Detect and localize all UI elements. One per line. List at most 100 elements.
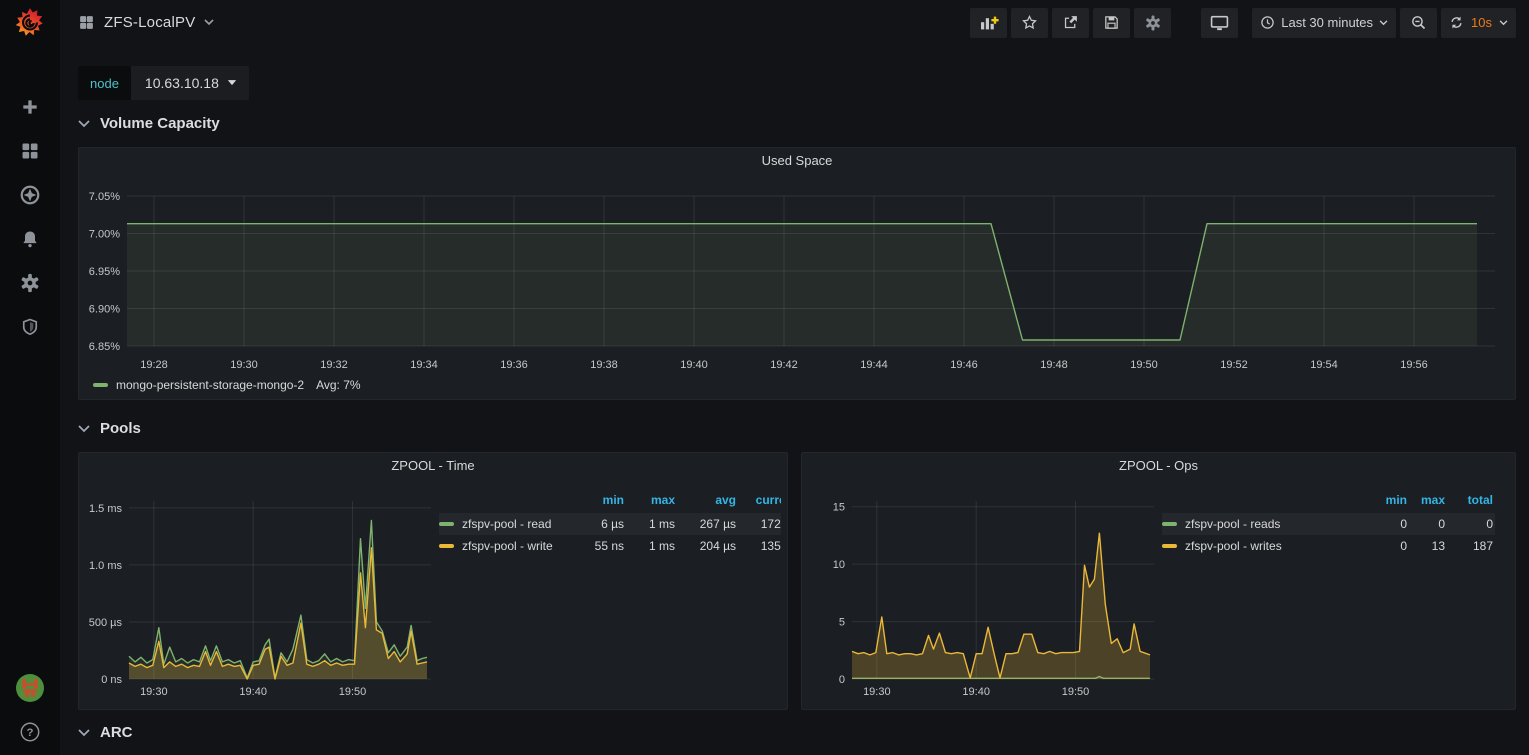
legend-column-header[interactable]: current — [738, 491, 781, 513]
y-axis-tick-label: 0 ns — [101, 674, 122, 686]
help-button[interactable]: ? — [8, 717, 52, 747]
bell-icon — [20, 229, 40, 249]
panel-title[interactable]: ZPOOL - Time — [79, 458, 787, 473]
sidebar-item-alerting[interactable] — [8, 224, 52, 254]
x-axis-tick-label: 19:38 — [590, 359, 618, 371]
variable-value-dropdown[interactable]: 10.63.10.18 — [131, 66, 249, 100]
legend-stat-value: 1 ms — [626, 535, 677, 557]
legend-row: zfspv-pool - write55 ns1 ms204 µs135 µs — [439, 535, 781, 557]
legend-column-header[interactable]: min — [569, 491, 626, 513]
sidebar-item-server-admin[interactable] — [8, 312, 52, 342]
section-pools[interactable]: Pools — [78, 420, 141, 437]
x-axis-tick-label: 19:28 — [140, 359, 168, 371]
legend-stat-value: 0 — [1352, 513, 1409, 535]
sidebar-item-explore[interactable] — [8, 180, 52, 210]
legend-column-header[interactable]: max — [1409, 491, 1447, 513]
panel-zpool-time: ZPOOL - Time 1.5 ms1.0 ms500 µs0 ns19:30… — [78, 452, 788, 710]
legend-series-name[interactable]: zfspv-pool - read — [439, 517, 567, 531]
time-range-picker[interactable]: Last 30 minutes — [1252, 8, 1396, 38]
legend-stat-value: 13 — [1409, 535, 1447, 557]
chevron-down-icon — [1499, 20, 1508, 26]
section-title: Volume Capacity — [100, 115, 220, 132]
panel-title[interactable]: ZPOOL - Ops — [802, 458, 1515, 473]
legend-stat-value: 55 ns — [569, 535, 626, 557]
save-dashboard-button[interactable] — [1093, 8, 1130, 38]
chevron-down-icon — [78, 120, 90, 128]
zpool-time-chart[interactable]: 1.5 ms1.0 ms500 µs0 ns19:3019:4019:50 — [85, 479, 437, 701]
legend-stat-value: 0 — [1352, 535, 1409, 557]
zpool-ops-chart[interactable]: 15105019:3019:4019:50 — [808, 479, 1160, 701]
legend-stat-value: 135 µs — [738, 535, 781, 557]
y-axis-tick-label: 500 µs — [89, 617, 123, 629]
legend-header-empty — [1162, 491, 1352, 513]
sidebar-item-configuration[interactable] — [8, 268, 52, 298]
x-axis-tick-label: 19:40 — [680, 359, 708, 371]
shield-icon — [20, 317, 40, 337]
legend-column-header[interactable]: max — [626, 491, 677, 513]
legend-stat-value: 267 µs — [677, 513, 738, 535]
y-axis-tick-label: 7.00% — [89, 229, 120, 241]
x-axis-tick-label: 19:46 — [950, 359, 978, 371]
legend-column-header[interactable]: avg — [677, 491, 738, 513]
y-axis-tick-label: 5 — [839, 617, 845, 629]
share-dashboard-button[interactable] — [1052, 8, 1089, 38]
legend-series-name[interactable]: mongo-persistent-storage-mongo-2 — [116, 378, 304, 392]
x-axis-tick-label: 19:52 — [1220, 359, 1248, 371]
time-range-label: Last 30 minutes — [1281, 15, 1373, 30]
sidebar-item-create[interactable] — [8, 92, 52, 122]
star-dashboard-button[interactable] — [1011, 8, 1048, 38]
section-arc[interactable]: ARC — [78, 724, 133, 741]
used-space-legend: mongo-persistent-storage-mongo-2 Avg: 7% — [93, 378, 361, 392]
x-axis-tick-label: 19:40 — [962, 686, 990, 698]
user-avatar[interactable] — [8, 673, 52, 703]
template-variable-node[interactable]: node 10.63.10.18 — [78, 66, 249, 100]
legend-series-name[interactable]: zfspv-pool - write — [439, 539, 567, 553]
used-space-chart[interactable]: 7.05%7.00%6.95%6.90%6.85%19:2819:3019:32… — [87, 172, 1509, 374]
x-axis-tick-label: 19:40 — [239, 686, 267, 698]
legend-row: zfspv-pool - writes 013187 — [1162, 535, 1495, 557]
legend-stat-value: 187 — [1447, 535, 1495, 557]
dashboard-title-button[interactable]: ZFS-LocalPV — [78, 14, 214, 31]
share-icon — [1062, 14, 1079, 31]
legend-swatch — [439, 544, 454, 548]
sidebar: ? — [0, 0, 60, 755]
caret-down-icon — [227, 80, 237, 86]
zoom-out-time-button[interactable] — [1400, 8, 1437, 38]
gear-icon — [19, 272, 41, 294]
legend-row: zfspv-pool - reads000 — [1162, 513, 1495, 535]
x-axis-tick-label: 19:30 — [140, 686, 168, 698]
dashboard-settings-button[interactable] — [1134, 8, 1171, 38]
panel-zpool-ops: ZPOOL - Ops 15105019:3019:4019:50 minmax… — [801, 452, 1516, 710]
gear-icon — [1144, 14, 1162, 32]
refresh-picker[interactable]: 10s — [1441, 8, 1516, 38]
x-axis-tick-label: 19:30 — [230, 359, 258, 371]
dashboard-grid-icon — [78, 14, 95, 31]
legend-series-stat: Avg: 7% — [316, 378, 360, 392]
avatar-pixel-icon — [15, 673, 45, 703]
legend-series-label: zfspv-pool - writes — [1185, 539, 1282, 553]
add-panel-button[interactable] — [970, 8, 1007, 38]
grafana-app: ? ZFS-LocalPV — [0, 0, 1529, 755]
legend-column-header[interactable]: total — [1447, 491, 1495, 513]
x-axis-tick-label: 19:50 — [1130, 359, 1158, 371]
chevron-down-icon — [204, 19, 214, 26]
sidebar-item-dashboards[interactable] — [8, 136, 52, 166]
x-axis-tick-label: 19:50 — [339, 686, 367, 698]
panel-used-space: Used Space 7.05%7.00%6.95%6.90%6.85%19:2… — [78, 147, 1516, 400]
legend-series-name[interactable]: zfspv-pool - reads — [1162, 517, 1350, 531]
x-axis-tick-label: 19:44 — [860, 359, 888, 371]
legend-stat-value: 0 — [1447, 513, 1495, 535]
legend-series-name[interactable]: zfspv-pool - writes — [1162, 539, 1350, 553]
grafana-flame-icon — [13, 6, 47, 40]
zpool-ops-legend-table: minmaxtotalzfspv-pool - reads000zfspv-po… — [1162, 491, 1509, 557]
cycle-view-mode-button[interactable] — [1201, 8, 1238, 38]
panel-title[interactable]: Used Space — [79, 153, 1515, 168]
x-axis-tick-label: 19:34 — [410, 359, 438, 371]
grafana-logo[interactable] — [13, 6, 47, 40]
section-volume-capacity[interactable]: Volume Capacity — [78, 115, 220, 132]
legend-series-label: zfspv-pool - write — [462, 539, 553, 553]
y-axis-tick-label: 6.90% — [89, 304, 120, 316]
add-panel-icon — [979, 15, 999, 31]
legend-column-header[interactable]: min — [1352, 491, 1409, 513]
legend-stat-value: 0 — [1409, 513, 1447, 535]
